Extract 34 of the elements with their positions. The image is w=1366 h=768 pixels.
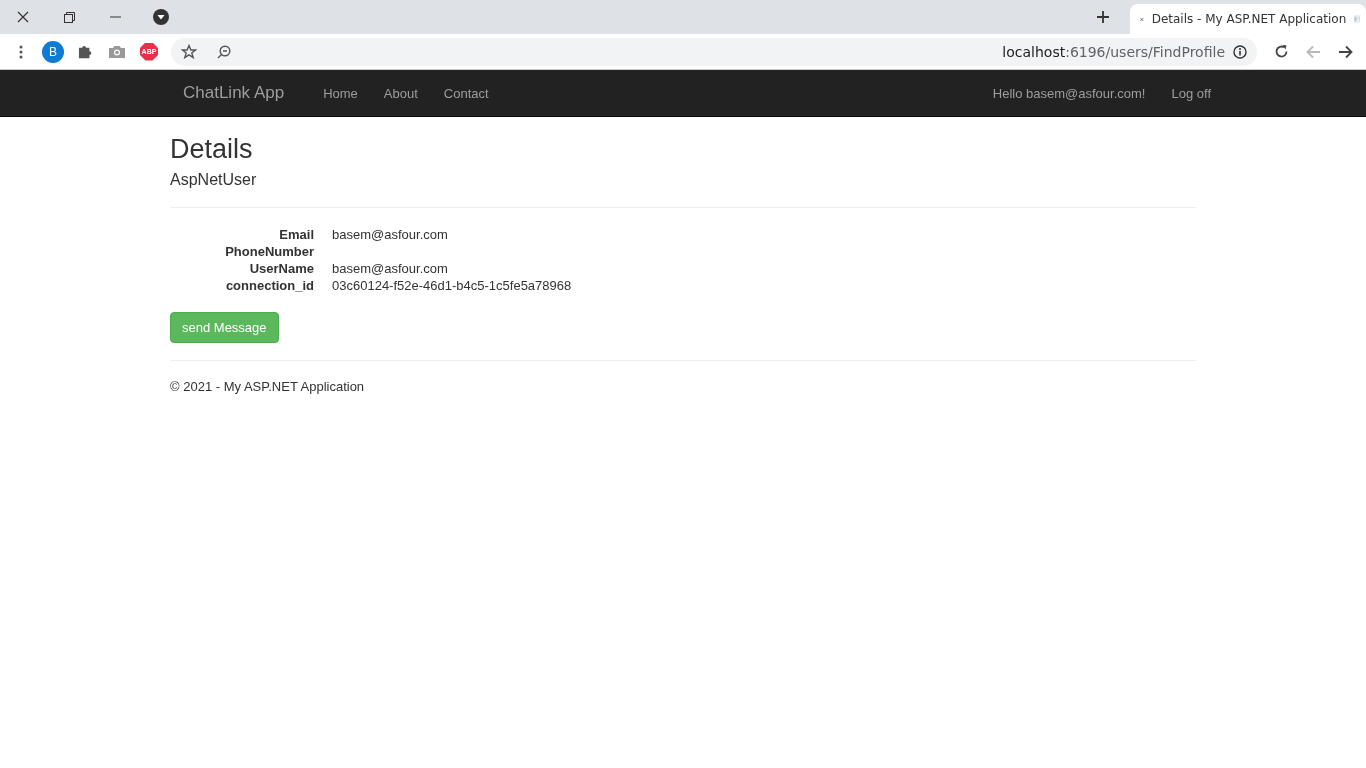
menu-icon — [19, 44, 23, 59]
field-label: UserName — [248, 260, 314, 277]
footer-text: © 2021 - My ASP.NET Application — [170, 378, 365, 396]
puzzle-icon — [77, 44, 93, 59]
page-subtitle: AspNetUser — [170, 170, 258, 190]
reload-icon — [1273, 44, 1289, 59]
field-value: basem@asfour.com — [332, 260, 449, 277]
field-label: Email — [278, 226, 314, 243]
url-text[interactable]: localhost:6196/users/FindProfile — [1002, 43, 1225, 60]
logoff-link[interactable]: Log off — [1158, 85, 1224, 101]
address-bar[interactable]: localhost:6196/users/FindProfile — [171, 37, 1257, 66]
greeting-link[interactable]: Hello basem@asfour.com! — [979, 85, 1159, 101]
plus-icon — [1097, 11, 1109, 23]
close-icon — [17, 11, 29, 23]
profile-avatar[interactable]: B — [42, 40, 64, 63]
minimize-icon — [109, 16, 121, 18]
field-label: connection_id — [224, 277, 314, 294]
page-title: Details — [170, 133, 254, 166]
dropdown-icon — [153, 9, 169, 25]
restore-icon — [63, 11, 75, 23]
nav-link[interactable]: About — [370, 85, 431, 101]
brand-link[interactable]: ChatLink App — [170, 83, 298, 103]
nav-link[interactable]: Contact — [430, 85, 502, 101]
star-icon[interactable] — [181, 43, 197, 60]
field-label: PhoneNumber — [224, 243, 314, 260]
forward-arrow-icon — [1337, 44, 1353, 59]
info-icon[interactable] — [1233, 44, 1247, 59]
back-arrow-icon — [1305, 44, 1321, 59]
nav-link[interactable]: Home — [310, 85, 371, 101]
browser-tab[interactable]: Details - My ASP.NET Application — [1130, 4, 1366, 34]
zoom-out-icon[interactable] — [217, 44, 231, 59]
camera-icon — [109, 45, 125, 58]
field-value: basem@asfour.com — [332, 226, 449, 243]
field-value: 03c60124-f52e-46d1-b4c5-1c5fe5a78968 — [332, 277, 573, 294]
